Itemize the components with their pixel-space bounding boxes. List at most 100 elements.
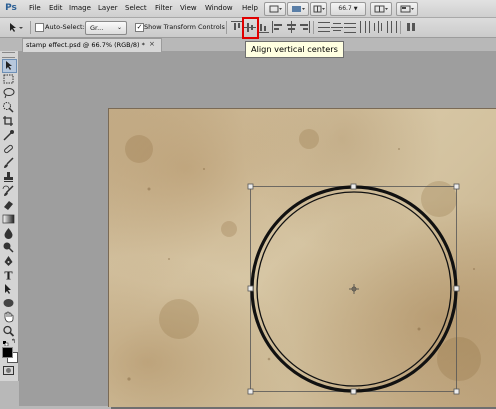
menu-help[interactable]: Help xyxy=(242,0,258,17)
show-transform-label: Show Transform Controls xyxy=(144,23,225,31)
menu-window[interactable]: Window xyxy=(205,0,233,17)
spot-healing-tool[interactable] xyxy=(2,143,15,155)
align-horizontal-centers-icon[interactable] xyxy=(285,21,297,33)
lasso-tool[interactable] xyxy=(2,87,15,99)
type-tool[interactable]: T xyxy=(2,269,15,282)
zoom-value: 66.7 xyxy=(338,5,352,12)
menu-bar: Ps File Edit Image Layer Select Filter V… xyxy=(0,0,496,18)
magnifier-icon xyxy=(3,325,15,337)
distribute-left-icon[interactable] xyxy=(359,21,371,33)
align-left-edges-icon[interactable] xyxy=(272,21,284,33)
tool-preset-picker[interactable] xyxy=(5,21,27,34)
extras-button[interactable] xyxy=(310,2,327,16)
move-tool[interactable] xyxy=(2,59,17,73)
quick-selection-icon xyxy=(3,102,14,113)
separator xyxy=(400,21,401,34)
screen-mode-icon xyxy=(400,5,414,13)
foreground-color-swatch[interactable] xyxy=(2,347,13,358)
auto-select-label: Auto-Select: xyxy=(45,23,85,31)
arrange-icon xyxy=(374,5,388,13)
path-selection-tool[interactable] xyxy=(2,283,15,295)
chevron-down-icon: ⌄ xyxy=(117,24,123,31)
screen-mode-button[interactable] xyxy=(396,2,418,16)
distribute-right-icon[interactable] xyxy=(385,21,397,33)
distribute-horizontal-centers-icon[interactable] xyxy=(372,21,384,33)
distribute-vertical-centers-icon[interactable] xyxy=(331,21,343,33)
blur-drop-icon xyxy=(4,228,13,239)
history-brush-icon xyxy=(2,185,14,196)
menu-edit[interactable]: Edit xyxy=(49,0,63,17)
document-tab[interactable]: stamp effect.psd @ 66.7% (RGB/8) * xyxy=(22,38,162,52)
eyedropper-icon xyxy=(3,130,14,141)
quick-selection-tool[interactable] xyxy=(2,101,15,113)
pen-tool[interactable] xyxy=(2,255,15,267)
crop-tool[interactable] xyxy=(2,115,15,127)
quick-mask-icon xyxy=(3,366,14,375)
menu-select[interactable]: Select xyxy=(125,0,147,17)
auto-select-checkbox[interactable] xyxy=(35,23,44,32)
brush-tool[interactable] xyxy=(2,157,15,169)
minibridge-icon xyxy=(292,6,305,12)
pen-icon xyxy=(4,256,13,266)
menu-view[interactable]: View xyxy=(180,0,197,17)
separator xyxy=(313,21,314,34)
menu-filter[interactable]: Filter xyxy=(155,0,172,17)
healing-brush-icon xyxy=(4,144,13,154)
lasso-icon xyxy=(3,88,15,99)
swap-colors-icon[interactable]: ↰ xyxy=(11,339,17,345)
document-canvas[interactable] xyxy=(108,108,496,407)
eraser-tool[interactable] xyxy=(2,199,15,211)
panel-grip[interactable] xyxy=(2,52,15,58)
move-tool-icon xyxy=(6,61,12,70)
photoshop-logo: Ps xyxy=(5,3,17,13)
auto-align-layers-icon[interactable] xyxy=(405,21,417,33)
tooltip: Align vertical centers xyxy=(245,41,344,58)
eraser-icon xyxy=(4,201,13,210)
tools-panel: T ↰ xyxy=(0,51,19,381)
auto-select-value: Gr... xyxy=(90,24,104,32)
quick-mask-button[interactable] xyxy=(3,366,14,375)
ellipse-shape-icon xyxy=(3,299,14,307)
default-colors-icon[interactable] xyxy=(3,340,9,347)
crop-icon xyxy=(3,116,13,126)
grid-icon xyxy=(313,5,325,13)
distribute-bottom-icon[interactable] xyxy=(344,21,356,33)
menu-file[interactable]: File xyxy=(29,0,41,17)
type-icon: T xyxy=(4,270,13,282)
stamp-icon xyxy=(4,172,13,182)
menu-layer[interactable]: Layer xyxy=(98,0,118,17)
dodge-tool[interactable] xyxy=(2,241,15,253)
show-transform-checkbox[interactable]: ✓ xyxy=(135,23,144,32)
gradient-icon xyxy=(2,214,15,224)
separator xyxy=(226,21,227,34)
distribute-top-icon[interactable] xyxy=(318,21,330,33)
align-right-edges-icon[interactable] xyxy=(298,21,310,33)
gradient-tool[interactable] xyxy=(2,213,15,225)
close-icon[interactable]: × xyxy=(149,41,156,48)
chevron-down-icon: ▼ xyxy=(353,6,358,12)
marquee-tool[interactable] xyxy=(2,73,15,85)
blur-tool[interactable] xyxy=(2,227,15,239)
hand-icon xyxy=(4,311,14,323)
zoom-tool[interactable] xyxy=(2,325,15,337)
clone-stamp-tool[interactable] xyxy=(2,171,15,183)
menu-image[interactable]: Image xyxy=(69,0,91,17)
zoom-level-dropdown[interactable]: 66.7 ▼ xyxy=(330,2,366,16)
transform-box[interactable] xyxy=(109,109,496,407)
highlight-box xyxy=(242,17,259,39)
eyedropper-tool[interactable] xyxy=(2,129,15,141)
dodge-icon xyxy=(3,242,14,253)
minibridge-button[interactable] xyxy=(287,2,309,16)
svg-text:T: T xyxy=(4,270,13,282)
arrange-documents-button[interactable] xyxy=(370,2,392,16)
hand-tool[interactable] xyxy=(2,311,15,323)
bridge-icon xyxy=(269,5,282,13)
rectangle-marquee-icon xyxy=(3,74,14,84)
history-brush-tool[interactable] xyxy=(2,185,15,197)
shape-tool[interactable] xyxy=(2,297,15,309)
path-selection-icon xyxy=(5,284,11,294)
move-tool-icon xyxy=(10,23,23,32)
auto-select-dropdown[interactable]: Gr... ⌄ xyxy=(85,21,127,35)
bridge-button[interactable] xyxy=(264,2,286,16)
brush-icon xyxy=(4,157,14,168)
